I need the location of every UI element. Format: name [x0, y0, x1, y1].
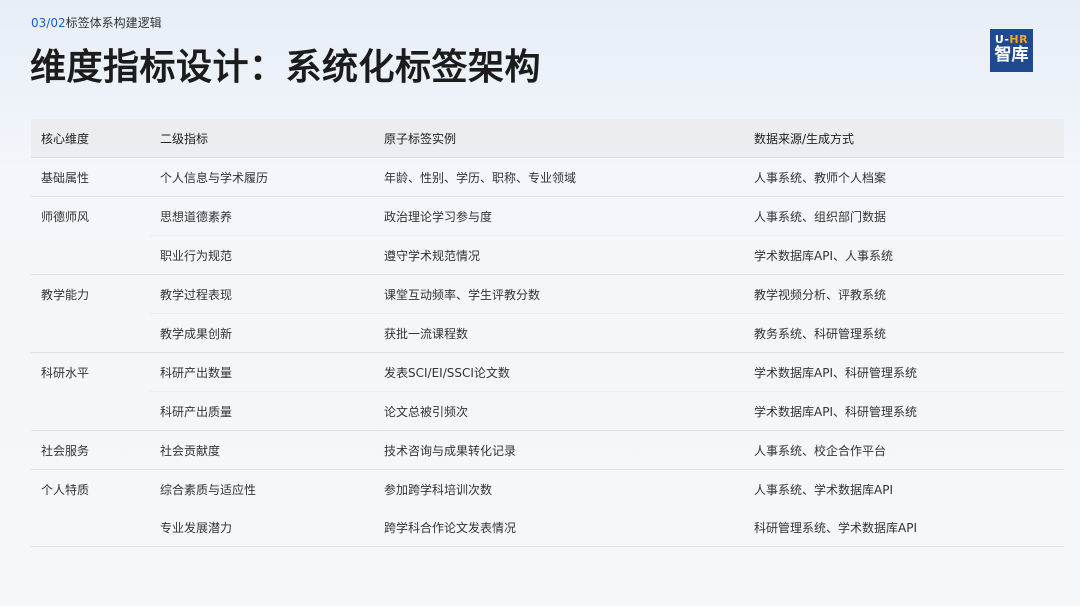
table-row: 教学成果创新 获批一流课程数 教务系统、科研管理系统 — [31, 313, 1064, 353]
cell-metric: 科研产出质量 — [150, 391, 374, 431]
cell-metric: 科研产出数量 — [150, 352, 374, 392]
section-title: 标签体系构建逻辑 — [65, 16, 162, 30]
cell-source: 学术数据库API、科研管理系统 — [744, 391, 1064, 431]
col-header-source: 数据来源/生成方式 — [744, 119, 1064, 158]
table-row: 科研产出质量 论文总被引频次 学术数据库API、科研管理系统 — [31, 391, 1064, 431]
cell-metric: 职业行为规范 — [150, 235, 374, 275]
cell-source: 人事系统、校企合作平台 — [744, 430, 1064, 470]
cell-tags: 参加跨学科培训次数 — [384, 482, 493, 497]
cell-dimension: 基础属性 — [31, 157, 150, 197]
col-header-dimension: 核心维度 — [31, 119, 150, 158]
page-title: 维度指标设计：系统化标签架构 — [30, 47, 542, 88]
cell-tags: 论文总被引频次 — [374, 391, 744, 431]
cell-dimension: 社会服务 — [31, 430, 150, 470]
cell-tags: 政治理论学习参与度 — [374, 196, 744, 236]
cell-metric: 个人信息与学术履历 — [150, 157, 374, 197]
cell-tags: 课堂互动频率、学生评教分数 — [374, 274, 744, 314]
table-row: 专业发展潜力 跨学科合作论文发表情况 科研管理系统、学术数据库API — [31, 508, 1064, 547]
cell-dimension — [31, 391, 150, 431]
cell-dimension — [31, 313, 150, 353]
table-row: 科研水平 科研产出数量 发表SCI/EI/SSCI论文数 学术数据库API、科研… — [31, 352, 1064, 392]
cell-metric: 教学过程表现 — [150, 274, 374, 314]
table-header-row: 核心维度 二级指标 原子标签实例 数据来源/生成方式 — [31, 119, 1064, 158]
cell-metric: 教学成果创新 — [150, 313, 374, 353]
cell-tags: 发表SCI/EI/SSCI论文数 — [374, 352, 744, 392]
cell-metric: 专业发展潜力 — [150, 508, 374, 547]
table-row: 师德师风 思想道德素养 政治理论学习参与度 人事系统、组织部门数据 — [31, 196, 1064, 236]
cell-dimension: 科研水平 — [41, 365, 90, 380]
cell-tags: 遵守学术规范情况 — [374, 235, 744, 275]
cell-dimension — [31, 235, 150, 275]
cell-dimension — [31, 508, 150, 547]
cell-metric: 综合素质与适应性 — [160, 482, 257, 497]
cell-metric: 社会贡献度 — [150, 430, 374, 470]
cell-dimension: 教学能力 — [41, 287, 90, 302]
dimension-table: 核心维度 二级指标 原子标签实例 数据来源/生成方式 基础属性 个人信息与学术履… — [31, 119, 1064, 547]
cell-source: 教学视频分析、评教系统 — [744, 274, 1064, 314]
table-row: 社会服务 社会贡献度 技术咨询与成果转化记录 人事系统、校企合作平台 — [31, 430, 1064, 470]
cell-source: 教务系统、科研管理系统 — [744, 313, 1064, 353]
col-header-tags: 原子标签实例 — [374, 119, 744, 158]
cell-source: 学术数据库API、人事系统 — [744, 235, 1064, 275]
cell-tags: 跨学科合作论文发表情况 — [374, 508, 744, 547]
logo-text-zhiku: 智库 — [994, 45, 1029, 65]
cell-source: 科研管理系统、学术数据库API — [744, 508, 1064, 547]
cell-dimension: 师德师风 — [41, 209, 90, 224]
cell-source: 人事系统、组织部门数据 — [744, 196, 1064, 236]
table-row: 个人特质 综合素质与适应性 参加跨学科培训次数 人事系统、学术数据库API — [31, 470, 1064, 509]
cell-tags: 获批一流课程数 — [374, 313, 744, 353]
section-number: 03/02 — [31, 16, 66, 30]
cell-metric: 思想道德素养 — [150, 196, 374, 236]
cell-tags: 年龄、性别、学历、职称、专业领域 — [374, 157, 744, 197]
cell-source: 人事系统、教师个人档案 — [744, 157, 1064, 197]
breadcrumb: 03/02标签体系构建逻辑 — [31, 14, 162, 31]
cell-source: 学术数据库API、科研管理系统 — [744, 352, 1064, 392]
table-row: 基础属性 个人信息与学术履历 年龄、性别、学历、职称、专业领域 人事系统、教师个… — [31, 157, 1064, 197]
table-row: 职业行为规范 遵守学术规范情况 学术数据库API、人事系统 — [31, 235, 1064, 275]
brand-logo: U-HR 智库 — [990, 29, 1033, 72]
col-header-metric: 二级指标 — [150, 119, 374, 158]
cell-source: 人事系统、学术数据库API — [754, 482, 893, 497]
table-row: 教学能力 教学过程表现 课堂互动频率、学生评教分数 教学视频分析、评教系统 — [31, 274, 1064, 314]
cell-dimension: 个人特质 — [41, 482, 90, 497]
cell-tags: 技术咨询与成果转化记录 — [374, 430, 744, 470]
